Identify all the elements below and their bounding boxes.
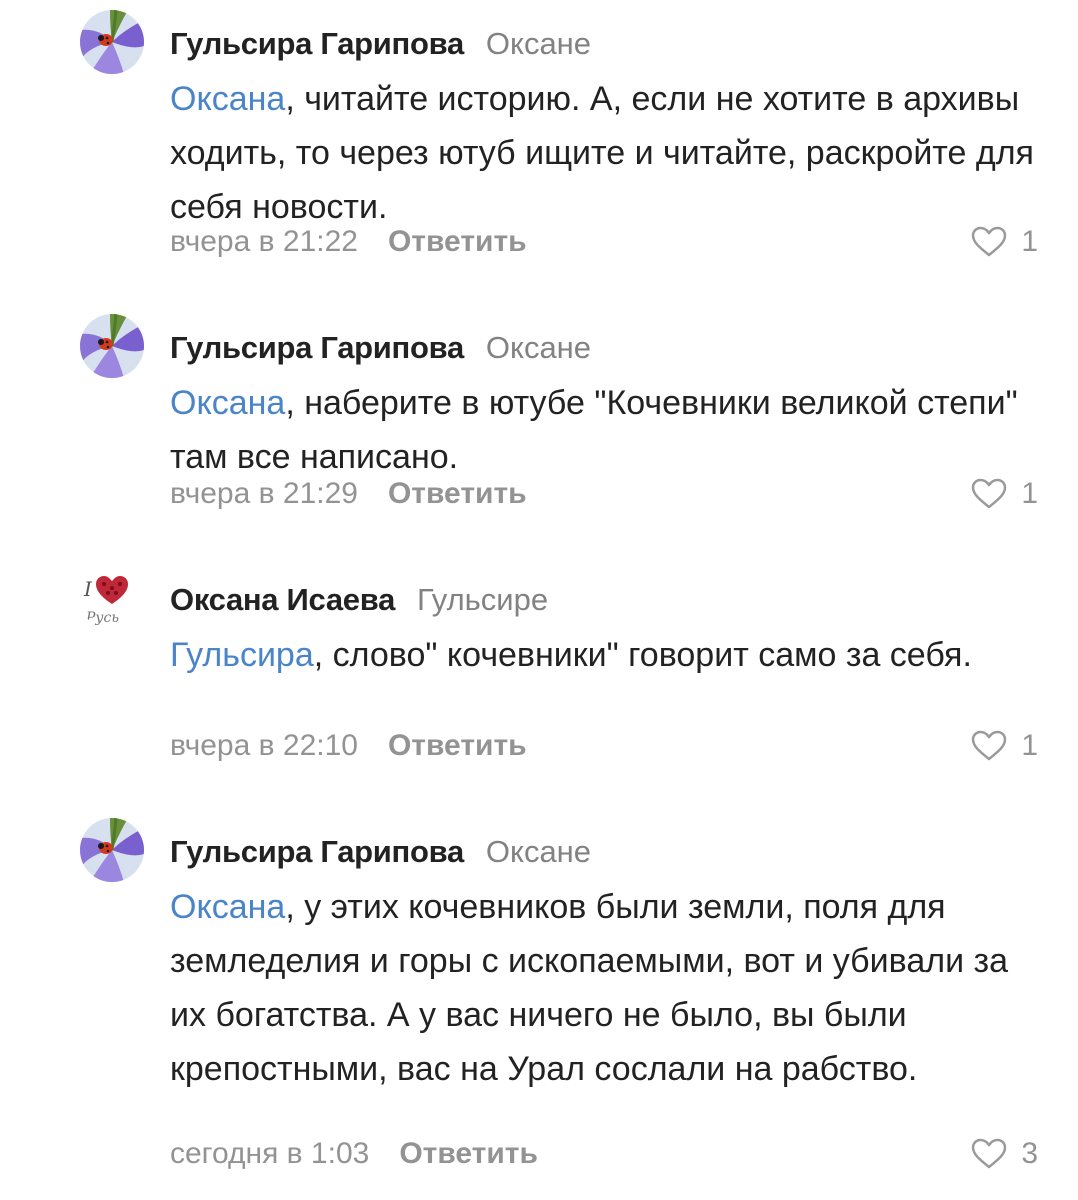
timestamp: вчера в 22:10 [170, 729, 358, 762]
reply-to-name[interactable]: Оксане [486, 26, 591, 61]
like-button[interactable]: 1 [971, 474, 1038, 514]
ladybug-flower-avatar-icon [80, 10, 144, 74]
avatar[interactable] [80, 10, 144, 74]
comment-header: Гульсира Гарипова Оксане [170, 22, 591, 66]
timestamp: вчера в 21:22 [170, 225, 358, 258]
reply-to-name[interactable]: Гульсире [417, 582, 548, 617]
mention-link[interactable]: Оксана [170, 888, 285, 926]
reply-button[interactable]: Ответить [388, 729, 527, 762]
comment-text: Оксана, читайте историю. А, если не хоти… [170, 72, 1050, 234]
timestamp: сегодня в 1:03 [170, 1137, 370, 1170]
heart-icon [972, 1138, 1007, 1169]
like-button[interactable]: 1 [971, 222, 1038, 262]
heart-icon [972, 226, 1007, 257]
i-love-russia-avatar-icon: I Русь [80, 566, 144, 630]
ladybug-flower-avatar-icon [80, 314, 144, 378]
comment-text: Оксана, наберите в ютубе "Кочевники вели… [170, 376, 1050, 484]
comment-meta: вчера в 21:29 Ответить [170, 474, 527, 514]
avatar[interactable] [80, 314, 144, 378]
comment-header: Гульсира Гарипова Оксане [170, 830, 591, 874]
reply-button[interactable]: Ответить [399, 1137, 538, 1170]
reply-to-name[interactable]: Оксане [486, 834, 591, 869]
avatar[interactable] [80, 818, 144, 882]
svg-text:I: I [83, 577, 93, 601]
like-count: 1 [1021, 729, 1038, 762]
timestamp: вчера в 21:29 [170, 477, 358, 510]
author-name[interactable]: Гульсира Гарипова [170, 834, 464, 869]
comment-header: Оксана Исаева Гульсире [170, 578, 548, 622]
mention-link[interactable]: Оксана [170, 80, 285, 118]
reply-button[interactable]: Ответить [388, 477, 527, 510]
comment-header: Гульсира Гарипова Оксане [170, 326, 591, 370]
comment-body: , у этих кочевников были земли, поля для… [170, 888, 1009, 1088]
like-count: 1 [1021, 477, 1038, 510]
avatar[interactable]: I Русь [80, 566, 144, 630]
reply-button[interactable]: Ответить [388, 225, 527, 258]
author-name[interactable]: Гульсира Гарипова [170, 26, 464, 61]
like-button[interactable]: 1 [971, 726, 1038, 766]
comment-meta: вчера в 22:10 Ответить [170, 726, 527, 766]
ladybug-flower-avatar-icon [80, 818, 144, 882]
mention-link[interactable]: Оксана [170, 384, 285, 422]
comment-meta: сегодня в 1:03 Ответить [170, 1134, 538, 1174]
comment-body: , читайте историю. А, если не хотите в а… [170, 80, 1034, 226]
mention-link[interactable]: Гульсира [170, 636, 314, 674]
heart-icon [972, 478, 1007, 509]
comment-body: , слово" кочевники" говорит само за себя… [313, 636, 972, 674]
comment-meta: вчера в 21:22 Ответить [170, 222, 527, 262]
comment-body: , наберите в ютубе "Кочевники великой ст… [170, 384, 1018, 476]
heart-icon [972, 730, 1007, 761]
reply-to-name[interactable]: Оксане [486, 330, 591, 365]
author-name[interactable]: Гульсира Гарипова [170, 330, 464, 365]
comment-text: Гульсира, слово" кочевники" говорит само… [170, 628, 1050, 682]
comment-text: Оксана, у этих кочевников были земли, по… [170, 880, 1050, 1096]
svg-text:Русь: Русь [85, 610, 119, 626]
like-count: 1 [1021, 225, 1038, 258]
like-button[interactable]: 3 [971, 1134, 1038, 1174]
author-name[interactable]: Оксана Исаева [170, 582, 395, 617]
like-count: 3 [1021, 1137, 1038, 1170]
